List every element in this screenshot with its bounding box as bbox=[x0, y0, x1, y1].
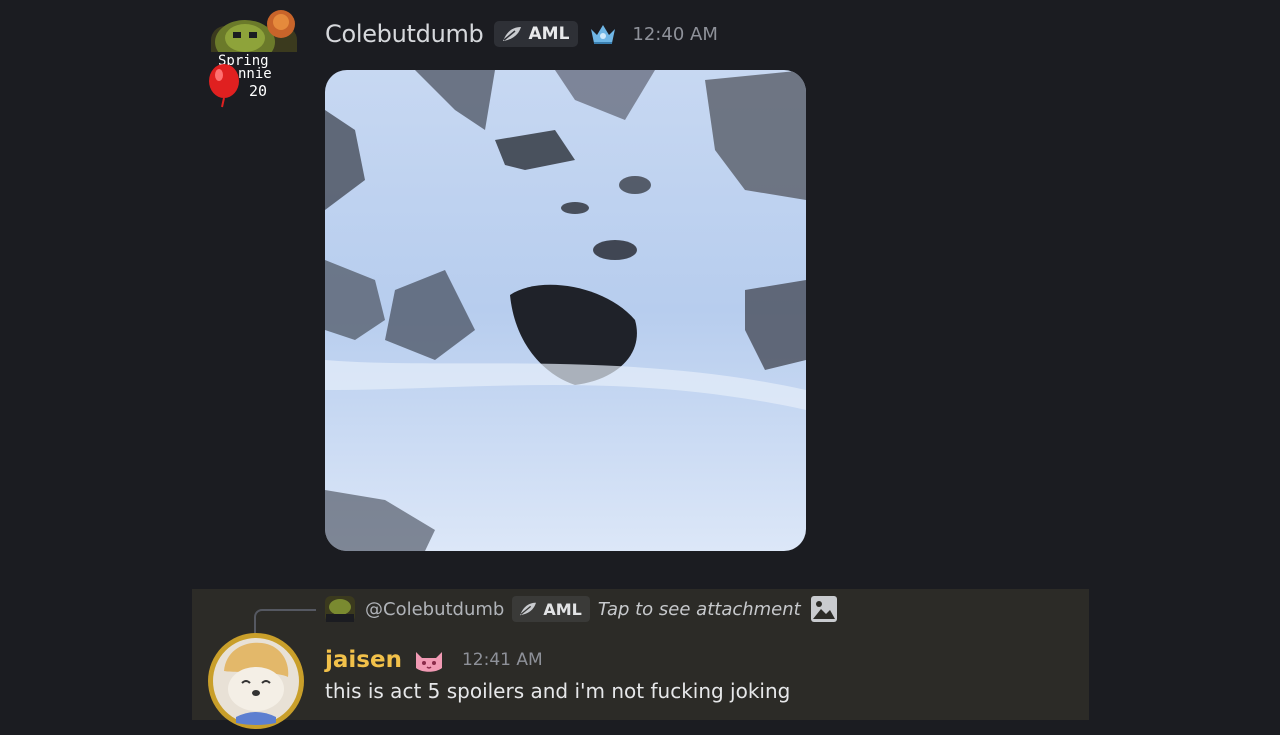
message-header: jaisen 12:41 AM bbox=[325, 645, 543, 675]
user-avatar[interactable] bbox=[206, 631, 306, 731]
timestamp: 12:40 AM bbox=[632, 23, 718, 45]
message-jaisen: @Colebutdumb AML Tap to see attachment j… bbox=[192, 589, 1089, 729]
avatar-text-line2: nnie bbox=[238, 66, 272, 82]
message-text: this is act 5 spoilers and i'm not fucki… bbox=[325, 679, 791, 703]
username[interactable]: jaisen bbox=[325, 647, 402, 673]
user-avatar[interactable]: Spring nnie 20 bbox=[205, 8, 309, 108]
reply-preview[interactable]: @Colebutdumb AML Tap to see attachment bbox=[323, 593, 839, 625]
avatar-text-line3: 20 bbox=[249, 82, 267, 100]
server-tag[interactable]: AML bbox=[493, 21, 579, 47]
message-colebutdumb: Spring nnie 20 Colebutdumb AML 12:40 AM bbox=[0, 0, 1280, 585]
reply-server-tag: AML bbox=[512, 596, 590, 622]
reply-username[interactable]: @Colebutdumb bbox=[365, 599, 504, 620]
image-icon bbox=[810, 596, 837, 622]
video-attachment[interactable] bbox=[325, 70, 806, 551]
reply-text[interactable]: Tap to see attachment bbox=[598, 599, 801, 620]
feather-icon bbox=[520, 602, 537, 616]
message-header: Colebutdumb AML 12:40 AM bbox=[325, 17, 718, 51]
timestamp: 12:41 AM bbox=[461, 650, 543, 670]
crown-icon[interactable] bbox=[588, 21, 618, 47]
cat-icon[interactable] bbox=[412, 646, 446, 674]
reply-tag-label: AML bbox=[543, 599, 582, 619]
username[interactable]: Colebutdumb bbox=[325, 20, 484, 48]
feather-icon bbox=[502, 27, 521, 41]
reply-avatar[interactable] bbox=[323, 594, 357, 624]
tag-label: AML bbox=[528, 24, 570, 44]
